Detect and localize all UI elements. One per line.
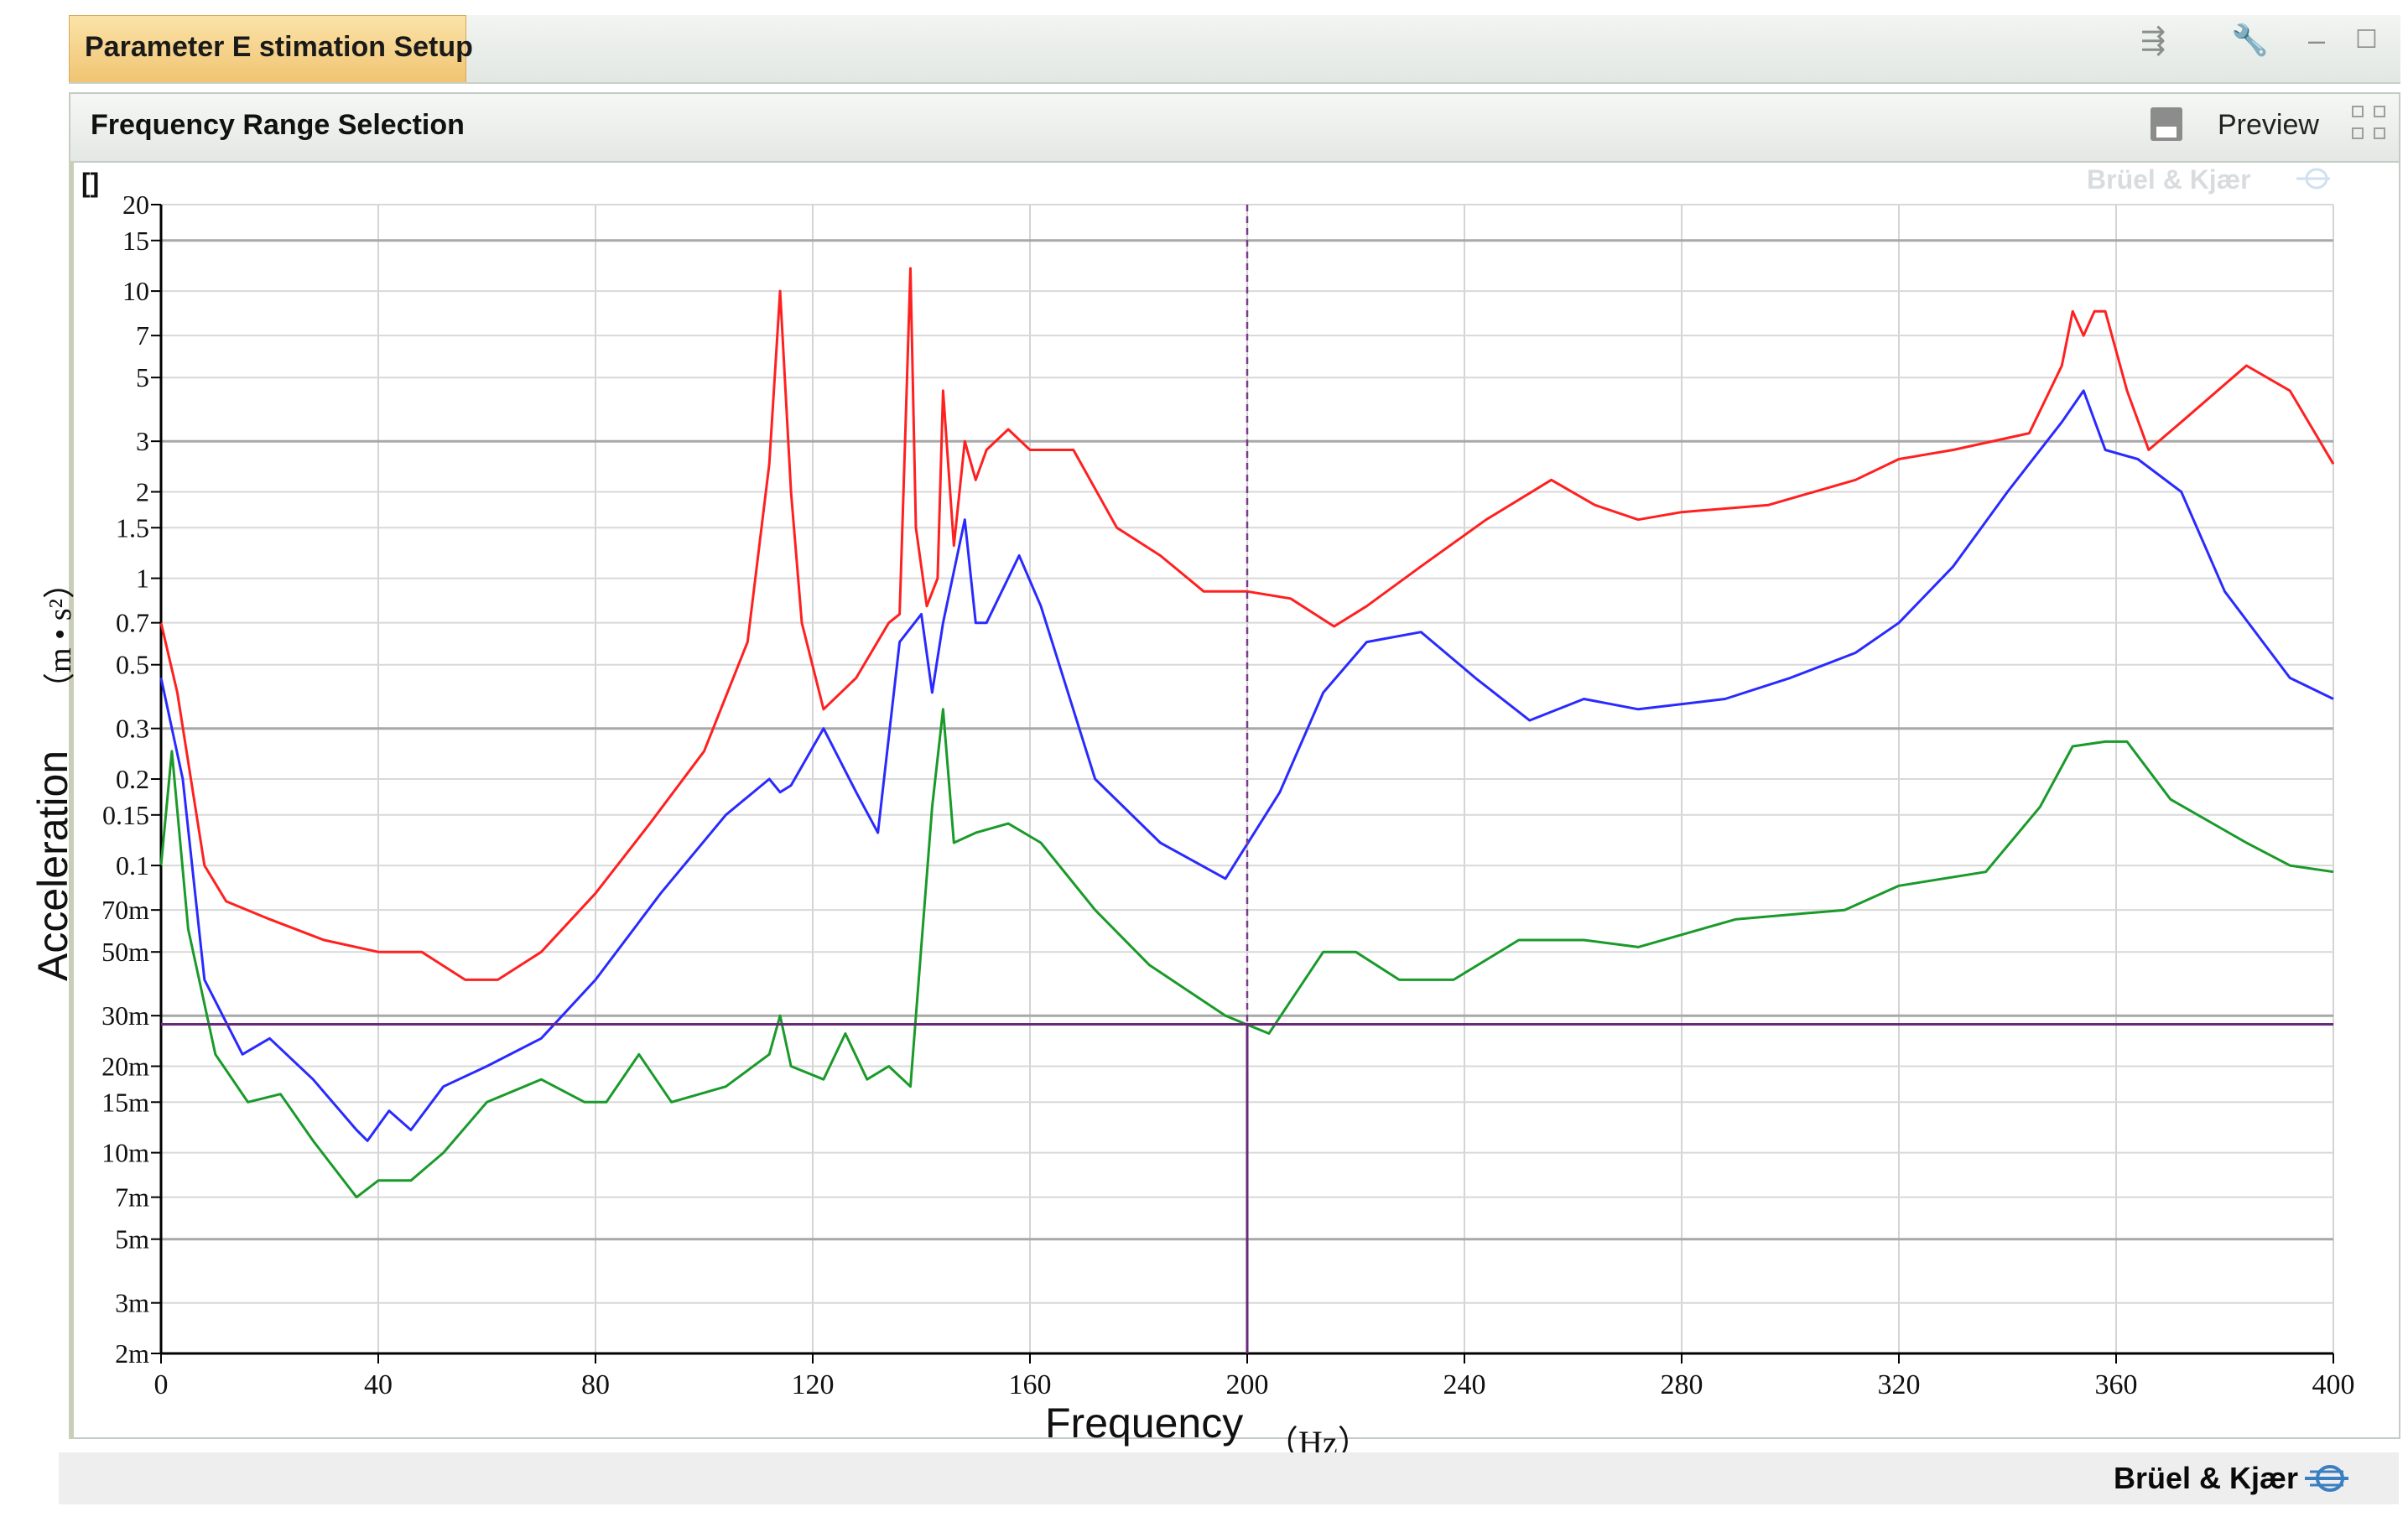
y-tick-label: 50m bbox=[101, 937, 149, 967]
x-tick-label: 200 bbox=[1226, 1369, 1269, 1400]
y-tick-label: 1.5 bbox=[116, 512, 149, 543]
y-tick-label: 20 bbox=[122, 190, 149, 220]
frequency-response-chart[interactable]: 0 40 80 120 160 200 240 280 320 360 4002m3m5m7m10m… bbox=[0, 0, 2408, 1522]
y-tick-label: 7 bbox=[136, 320, 149, 351]
x-tick-label: 0 bbox=[154, 1369, 169, 1400]
y-tick-label: 0.5 bbox=[116, 650, 149, 680]
y-tick-label: 70m bbox=[101, 895, 149, 925]
app-window: Parameter E stimation Setup ⇶ 🔧 – ☐ Freq… bbox=[0, 0, 2408, 1522]
y-tick-label: 0.15 bbox=[102, 800, 149, 830]
x-tick-label: 280 bbox=[1661, 1369, 1703, 1400]
y-tick-label: 15m bbox=[101, 1087, 149, 1117]
y-tick-label: 3 bbox=[136, 426, 149, 456]
footer-bar: Brüel & Kjær bbox=[59, 1452, 2399, 1504]
y-tick-label: 0.7 bbox=[116, 608, 149, 638]
x-tick-label: 360 bbox=[2095, 1369, 2138, 1400]
y-tick-label: 0.1 bbox=[116, 850, 149, 880]
x-tick-label: 320 bbox=[1878, 1369, 1921, 1400]
y-tick-label: 10 bbox=[122, 276, 149, 306]
y-tick-label: 0.2 bbox=[116, 764, 149, 794]
x-tick-label: 400 bbox=[2312, 1369, 2355, 1400]
x-axis-label: Frequency bbox=[1045, 1400, 1244, 1447]
y-tick-label: 15 bbox=[122, 226, 149, 256]
y-axis-unit: （m • s²） bbox=[43, 566, 78, 704]
y-tick-label: 3m bbox=[115, 1288, 149, 1318]
y-tick-label: 2 bbox=[136, 477, 149, 507]
x-tick-label: 120 bbox=[792, 1369, 835, 1400]
y-tick-label: 2m bbox=[115, 1338, 149, 1369]
y-tick-label: 5m bbox=[115, 1224, 149, 1254]
y-tick-label: 7m bbox=[115, 1182, 149, 1213]
x-tick-label: 40 bbox=[364, 1369, 393, 1400]
brand-logo-icon bbox=[2305, 1465, 2348, 1492]
x-tick-label: 160 bbox=[1009, 1369, 1052, 1400]
y-tick-label: 1 bbox=[136, 564, 149, 594]
y-tick-label: 0.3 bbox=[116, 714, 149, 744]
ticks-layer: 0 40 80 120 160 200 240 280 320 360 4002m3m5m7m10m… bbox=[101, 190, 2354, 1400]
y-tick-label: 30m bbox=[101, 1000, 149, 1031]
footer-brand: Brüel & Kjær bbox=[2113, 1461, 2298, 1495]
y-tick-label: 5 bbox=[136, 362, 149, 392]
y-tick-label: 20m bbox=[101, 1052, 149, 1082]
y-tick-label: 10m bbox=[101, 1138, 149, 1168]
x-tick-label: 80 bbox=[581, 1369, 610, 1400]
x-tick-label: 240 bbox=[1443, 1369, 1486, 1400]
y-axis-label: Acceleration bbox=[29, 750, 76, 981]
